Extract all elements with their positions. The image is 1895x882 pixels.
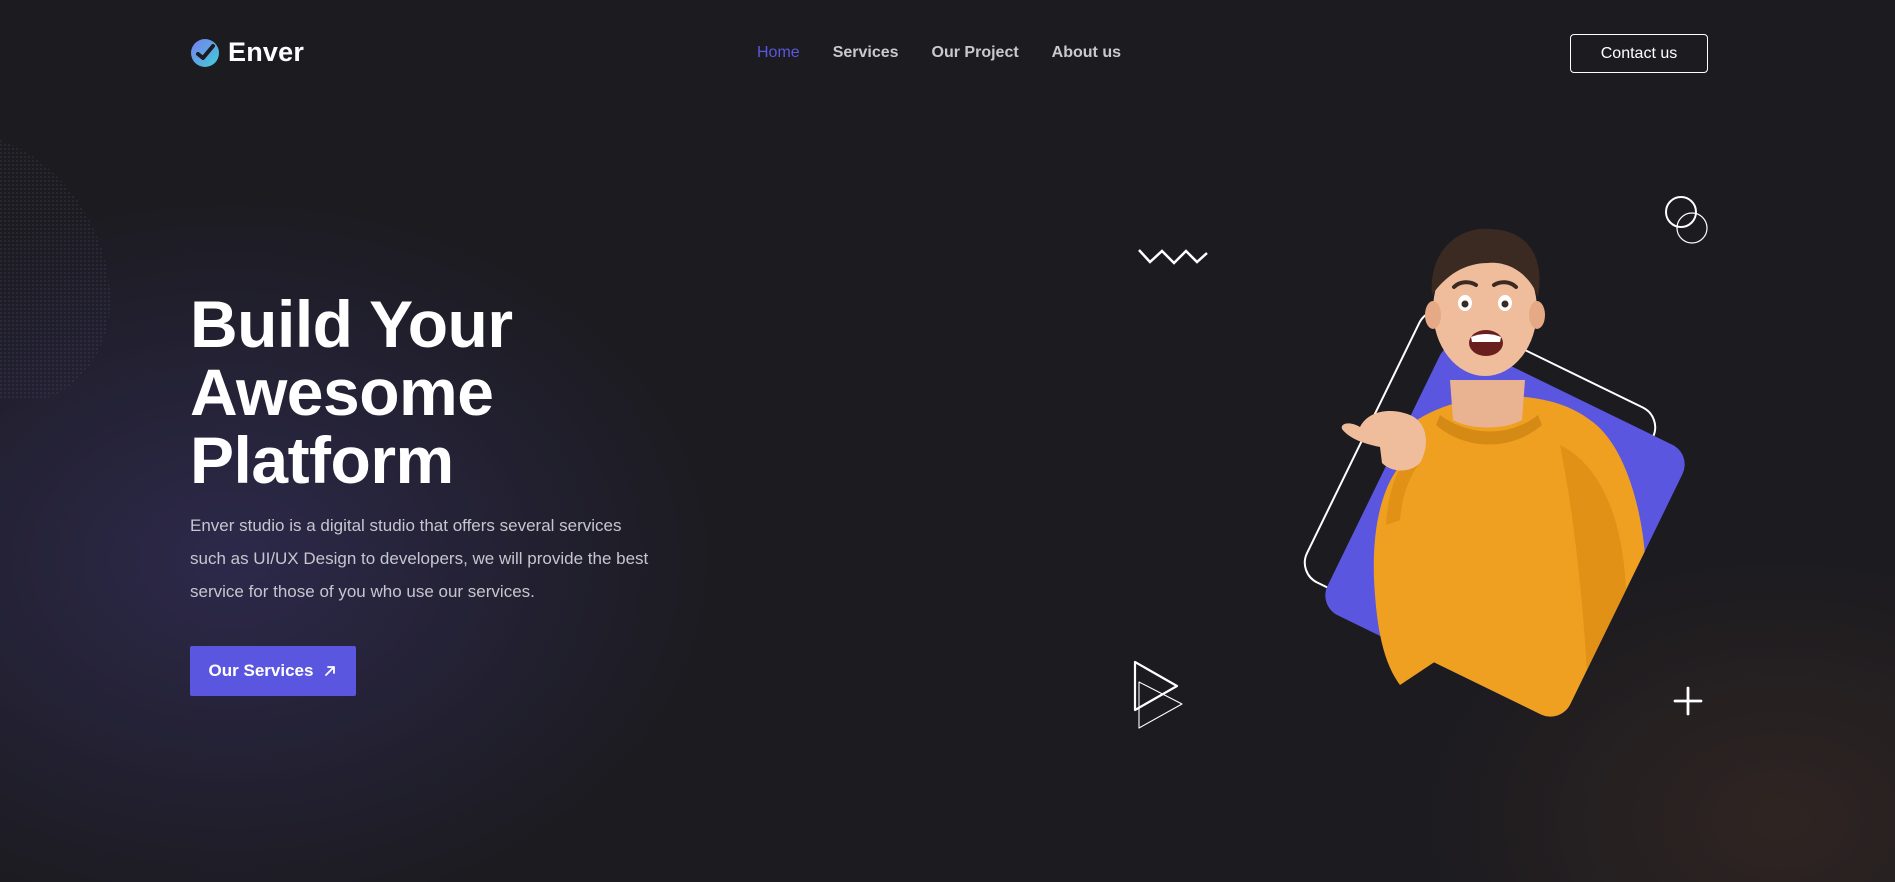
zigzag-decoration [1138, 249, 1208, 265]
hero-title-line: Awesome [190, 355, 494, 429]
landing-page: Enver Home Services Our Project About us… [0, 0, 1895, 882]
nav-item-services[interactable]: Services [833, 44, 899, 62]
play-triangles-decoration [1133, 660, 1183, 729]
our-services-label: Our Services [208, 661, 314, 680]
contact-us-button[interactable]: Contact us [1570, 34, 1708, 73]
dot-pattern-decoration [0, 140, 110, 400]
hero-title-line: Platform [190, 423, 454, 497]
hero-person-image [1303, 228, 1685, 724]
hero-title-line: Build Your [190, 287, 513, 361]
nav-item-our-project[interactable]: Our Project [932, 44, 1019, 62]
hero-description: Enver studio is a digital studio that of… [190, 516, 649, 601]
brand-logo[interactable]: Enver [190, 37, 304, 68]
brand-name: Enver [228, 37, 305, 67]
enver-logo-icon [191, 38, 219, 67]
arrow-up-right-icon [325, 666, 336, 676]
our-services-button[interactable]: Our Services [190, 646, 356, 696]
hero-title: Build Your Awesome Platform [190, 290, 710, 494]
main-nav: Home Services Our Project About us [757, 44, 1121, 62]
nav-item-about-us[interactable]: About us [1052, 44, 1121, 62]
nav-item-home[interactable]: Home [757, 44, 800, 62]
